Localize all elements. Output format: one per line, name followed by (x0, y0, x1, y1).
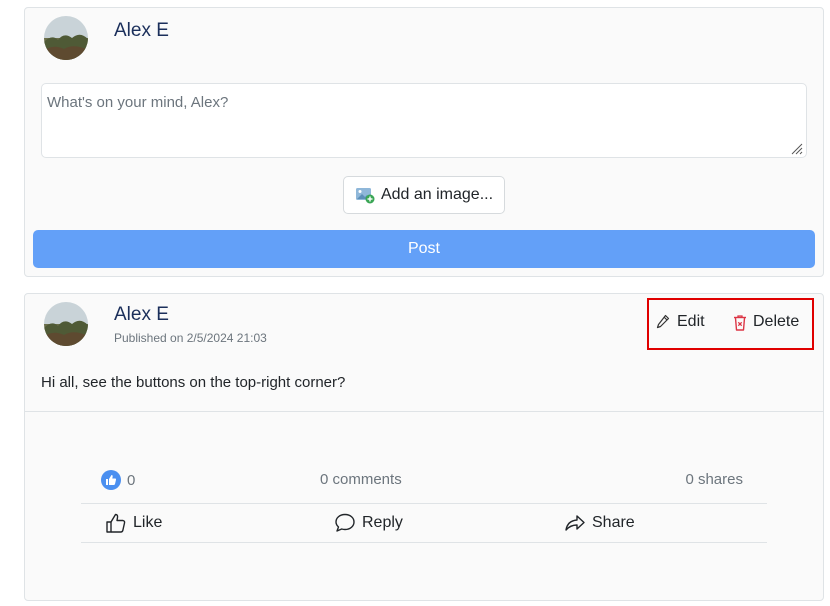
avatar[interactable] (44, 16, 88, 60)
resize-grip-icon[interactable] (791, 143, 803, 155)
share-button[interactable]: Share (564, 512, 635, 534)
author-name[interactable]: Alex E (114, 304, 169, 326)
post-stats: 0 0 comments 0 shares (81, 464, 767, 504)
reply-button[interactable]: Reply (334, 512, 403, 534)
avatar[interactable] (44, 302, 88, 346)
trash-icon (732, 314, 746, 331)
comments-count[interactable]: 0 comments (320, 471, 402, 488)
like-count[interactable]: 0 (101, 470, 135, 490)
edit-label: Edit (677, 313, 705, 330)
add-image-button[interactable]: Add an image... (343, 176, 505, 214)
speech-bubble-icon (335, 513, 355, 532)
thumbs-up-icon (106, 513, 126, 533)
shares-count[interactable]: 0 shares (685, 471, 743, 488)
divider (25, 411, 823, 412)
share-arrow-icon (565, 515, 585, 531)
reply-label: Reply (362, 514, 403, 531)
post-body-text: Hi all, see the buttons on the top-right… (41, 374, 346, 391)
edit-button[interactable]: Edit (656, 313, 705, 331)
pencil-icon (656, 314, 670, 330)
post-button[interactable]: Post (33, 230, 815, 268)
post-action-bar: Like Reply Share (81, 503, 767, 543)
like-button[interactable]: Like (105, 512, 162, 534)
post-text-input[interactable] (41, 83, 807, 158)
like-count-value: 0 (127, 471, 136, 489)
published-timestamp: Published on 2/5/2024 21:03 (114, 331, 267, 345)
thumbs-up-badge-icon (101, 470, 121, 490)
post-composer: Alex E Add an image... Post (24, 7, 824, 277)
add-image-label: Add an image... (380, 186, 494, 203)
post-card: Alex E Published on 2/5/2024 21:03 Edit … (24, 293, 824, 601)
image-plus-icon (355, 186, 375, 204)
author-name[interactable]: Alex E (114, 20, 169, 42)
share-label: Share (592, 514, 635, 531)
delete-label: Delete (753, 313, 800, 330)
delete-button[interactable]: Delete (732, 313, 799, 331)
like-label: Like (133, 514, 163, 531)
